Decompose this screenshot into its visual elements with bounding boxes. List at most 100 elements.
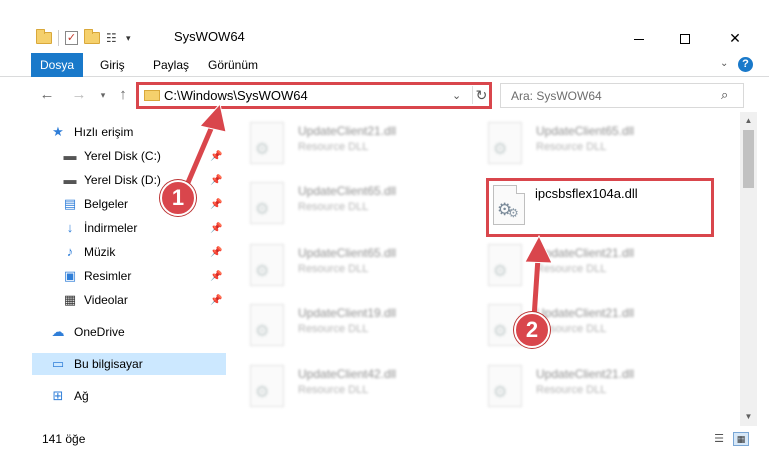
sidebar-item-label: Müzik [84, 245, 116, 259]
video-icon: ▦ [63, 292, 77, 307]
step-2-badge: 2 [514, 312, 550, 348]
search-placeholder: Ara: SysWOW64 [511, 89, 602, 103]
dll-file-icon [488, 244, 522, 286]
step-1-badge: 1 [160, 180, 196, 216]
sidebar-item-documents[interactable]: ▤ Belgeler 📌 [32, 193, 226, 215]
sidebar-item-label: Hızlı erişim [74, 125, 134, 139]
sidebar-item-videos[interactable]: ▦ Videolar 📌 [32, 289, 226, 311]
tab-home[interactable]: Giriş [88, 53, 137, 77]
pin-icon[interactable]: 📌 [210, 223, 222, 234]
chevron-down-icon[interactable]: ▾ [126, 33, 131, 44]
scrollbar-thumb[interactable] [743, 130, 754, 188]
file-type: Resource DLL [298, 323, 369, 335]
list-item[interactable]: UpdateClient19.dll Resource DLL [230, 296, 456, 356]
pin-icon[interactable]: 📌 [210, 295, 222, 306]
dll-file-icon [250, 182, 284, 224]
sidebar-item-label: Bu bilgisayar [74, 357, 143, 371]
sidebar-item-onedrive[interactable]: ☁ OneDrive [32, 321, 226, 343]
tab-share[interactable]: Paylaş [141, 53, 201, 77]
file-highlight-box [486, 178, 714, 237]
status-bar: 141 öğe ☰ ▦ [0, 428, 769, 450]
sidebar-item-disk-d[interactable]: ▬ Yerel Disk (D:) 📌 [32, 169, 226, 191]
sidebar-item-pictures[interactable]: ▣ Resimler 📌 [32, 265, 226, 287]
list-item[interactable]: UpdateClient42.dll Resource DLL [230, 357, 456, 417]
list-item[interactable]: UpdateClient65.dll Resource DLL [230, 174, 456, 234]
drive-icon: ▬ [63, 172, 77, 187]
maximize-icon [680, 34, 690, 45]
file-name: UpdateClient65.dll [298, 184, 397, 198]
recent-locations-icon[interactable]: ▾ [94, 86, 112, 104]
pin-icon[interactable]: 📌 [210, 271, 222, 282]
up-arrow-icon[interactable]: ↑ [114, 86, 132, 104]
file-name: UpdateClient19.dll [298, 306, 397, 320]
new-folder-icon[interactable] [84, 29, 100, 44]
scroll-up-icon[interactable]: ▲ [740, 114, 757, 128]
vertical-scrollbar[interactable]: ▲ ▼ [740, 112, 757, 426]
window-title: SysWOW64 [174, 29, 245, 44]
sidebar-item-downloads[interactable]: ↓ İndirmeler 📌 [32, 217, 226, 239]
file-type: Resource DLL [536, 141, 607, 153]
quick-access-toolbar: ✓ ☷ ▾ [36, 27, 131, 49]
network-icon: ⊞ [52, 388, 64, 403]
sidebar-item-disk-c[interactable]: ▬ Yerel Disk (C:) 📌 [32, 145, 226, 167]
list-item[interactable]: UpdateClient21.dll Resource DLL [230, 114, 456, 174]
pin-icon[interactable]: 📌 [210, 199, 222, 210]
cloud-icon: ☁ [51, 324, 65, 339]
file-name: UpdateClient21.dll [536, 367, 635, 381]
large-icons-view-icon[interactable]: ▦ [733, 432, 749, 446]
file-name: UpdateClient21.dll [298, 124, 397, 138]
navigation-pane: ★ Hızlı erişim ▬ Yerel Disk (C:) 📌 ▬ Yer… [32, 118, 226, 418]
sidebar-item-this-pc[interactable]: ▭ Bu bilgisayar [32, 353, 226, 375]
minimize-button[interactable] [616, 24, 662, 52]
folder-icon[interactable] [36, 29, 52, 44]
address-highlight-box [136, 82, 492, 109]
file-name: UpdateClient42.dll [298, 367, 397, 381]
dll-file-icon [250, 365, 284, 407]
properties-check-icon[interactable]: ✓ [65, 31, 78, 45]
file-name: UpdateClient65.dll [536, 124, 635, 138]
close-icon: ✕ [729, 30, 741, 46]
pin-icon[interactable]: 📌 [210, 151, 222, 162]
star-icon: ★ [52, 124, 64, 139]
sidebar-item-label: Yerel Disk (D:) [84, 173, 161, 187]
details-view-icon[interactable]: ☰ [711, 433, 727, 445]
search-input[interactable]: Ara: SysWOW64 ⌕ [500, 83, 744, 108]
back-arrow-icon[interactable]: ← [38, 86, 56, 104]
maximize-button[interactable] [662, 24, 708, 52]
sidebar-item-quick-access[interactable]: ★ Hızlı erişim [32, 121, 226, 143]
dll-file-icon [488, 365, 522, 407]
download-icon: ↓ [66, 220, 74, 235]
customize-icon[interactable]: ☷ [106, 32, 120, 44]
tab-file[interactable]: Dosya [31, 53, 83, 77]
file-type: Resource DLL [298, 201, 369, 213]
help-icon[interactable]: ? [738, 57, 753, 72]
sidebar-item-label: OneDrive [74, 325, 125, 339]
list-item[interactable]: UpdateClient21.dll Resource DLL [468, 296, 694, 356]
file-type: Resource DLL [298, 384, 369, 396]
dll-file-icon [250, 122, 284, 164]
dll-file-icon [250, 304, 284, 346]
file-name: UpdateClient65.dll [298, 246, 397, 260]
ribbon-expand-icon[interactable]: ⌄ [720, 58, 728, 69]
sidebar-item-label: Yerel Disk (C:) [84, 149, 161, 163]
sidebar-item-music[interactable]: ♪ Müzik 📌 [32, 241, 226, 263]
tab-view[interactable]: Görünüm [196, 53, 270, 77]
close-button[interactable]: ✕ [712, 24, 758, 52]
pin-icon[interactable]: 📌 [210, 247, 222, 258]
sidebar-item-label: İndirmeler [84, 221, 138, 235]
search-icon[interactable]: ⌕ [721, 87, 728, 103]
sidebar-item-network[interactable]: ⊞ Ağ [32, 385, 226, 407]
pin-icon[interactable]: 📌 [210, 175, 222, 186]
drive-icon: ▬ [63, 148, 77, 163]
minimize-icon [634, 38, 644, 40]
file-name: UpdateClient21.dll [536, 246, 635, 260]
file-type: Resource DLL [298, 263, 369, 275]
forward-arrow-icon[interactable]: → [70, 86, 88, 104]
scroll-down-icon[interactable]: ▼ [740, 410, 757, 424]
list-item[interactable]: UpdateClient65.dll Resource DLL [230, 236, 456, 296]
list-item[interactable]: UpdateClient65.dll Resource DLL [468, 114, 694, 174]
item-count: 141 öğe [42, 432, 86, 446]
list-item[interactable]: UpdateClient21.dll Resource DLL [468, 236, 694, 296]
list-item[interactable]: UpdateClient21.dll Resource DLL [468, 357, 694, 417]
document-icon: ▤ [63, 196, 77, 211]
